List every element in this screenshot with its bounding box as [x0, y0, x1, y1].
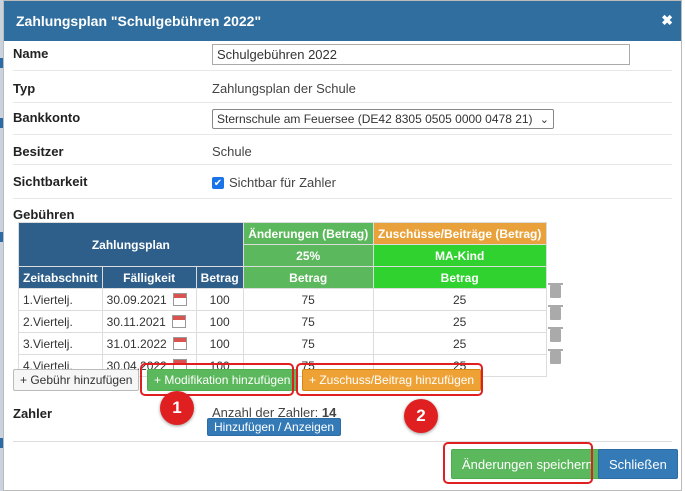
table-row: 2.Viertelj. 30.11.2021 100 75 25 — [18, 310, 547, 333]
due-cell: 30.09.2021 — [101, 288, 197, 311]
due-date[interactable]: 31.01.2022 — [107, 337, 167, 351]
period-cell: 2.Viertelj. — [18, 310, 103, 333]
change-cell[interactable]: 75 — [242, 288, 374, 311]
calendar-icon[interactable] — [171, 315, 186, 328]
grant-cell[interactable]: 25 — [372, 310, 547, 333]
owner-label: Besitzer — [13, 144, 64, 159]
fees-table: Zahlungsplan Änderungen (Betrag) Zuschüs… — [18, 222, 547, 377]
calendar-icon[interactable] — [172, 337, 187, 350]
visibility-checkbox-label: Sichtbar für Zahler — [229, 175, 336, 190]
change-cell[interactable]: 75 — [242, 332, 374, 355]
bank-label: Bankkonto — [13, 110, 81, 125]
highlight-ring — [443, 442, 593, 484]
chevron-down-icon: ⌄ — [539, 113, 549, 126]
name-label: Name — [13, 46, 49, 61]
period-cell: 1.Viertelj. — [18, 288, 103, 311]
due-date[interactable]: 30.11.2021 — [107, 315, 166, 329]
visibility-checkbox[interactable]: ✔ — [212, 177, 224, 189]
grant-cell[interactable]: 25 — [372, 288, 547, 311]
add-fee-button[interactable]: + Gebühr hinzufügen — [13, 369, 140, 391]
type-label: Typ — [13, 81, 36, 96]
fees-label: Gebühren — [13, 207, 75, 222]
header-grants: Zuschüsse/Beiträge (Betrag) — [372, 222, 547, 245]
annotation-badge-1: 1 — [160, 391, 194, 425]
col-changes-amount: Betrag — [242, 266, 374, 289]
due-cell: 30.11.2021 — [101, 310, 197, 333]
table-row: 1.Viertelj. 30.09.2021 100 75 25 — [18, 288, 547, 311]
bank-account-select[interactable]: Sternschule am Feuersee (DE42 8305 0505 … — [212, 109, 554, 129]
payers-label: Zahler — [13, 406, 53, 421]
close-button[interactable]: Schließen — [598, 449, 678, 479]
trash-icon[interactable] — [548, 283, 563, 298]
trash-icon[interactable] — [548, 327, 563, 342]
amount-cell[interactable]: 100 — [195, 288, 244, 311]
dialog-title: Zahlungsplan "Schulgebühren 2022" — [16, 13, 262, 29]
col-due: Fälligkeit — [101, 266, 197, 289]
bank-account-value: Sternschule am Feuersee (DE42 8305 0505 … — [217, 112, 533, 126]
col-amount: Betrag — [195, 266, 244, 289]
owner-value: Schule — [212, 144, 252, 159]
trash-icon[interactable] — [548, 305, 563, 320]
add-view-payers-button[interactable]: Hinzufügen / Anzeigen — [207, 418, 342, 436]
close-icon[interactable]: ✖ — [661, 12, 673, 29]
due-date[interactable]: 30.09.2021 — [107, 293, 167, 307]
trash-icon[interactable] — [548, 349, 563, 364]
header-changes: Änderungen (Betrag) — [242, 222, 374, 245]
change-cell[interactable]: 75 — [242, 310, 374, 333]
row-visibility — [13, 165, 672, 199]
annotation-badge-2: 2 — [404, 399, 438, 433]
dialog-titlebar: Zahlungsplan "Schulgebühren 2022" ✖ — [4, 1, 681, 41]
calendar-icon[interactable] — [172, 293, 187, 306]
visibility-label: Sichtbarkeit — [13, 174, 88, 189]
header-payment-plan: Zahlungsplan — [18, 222, 244, 267]
name-input[interactable] — [212, 44, 630, 65]
highlight-ring — [296, 363, 483, 396]
type-value: Zahlungsplan der Schule — [212, 81, 356, 96]
due-cell: 31.01.2022 — [101, 332, 197, 355]
col-grants-amount: Betrag — [372, 266, 547, 289]
amount-cell[interactable]: 100 — [195, 310, 244, 333]
highlight-ring — [140, 363, 294, 396]
table-row: 3.Viertelj. 31.01.2022 100 75 25 — [18, 332, 547, 355]
grant-cell[interactable]: 25 — [372, 332, 547, 355]
row-owner — [13, 135, 672, 165]
payment-plan-dialog: Zahlungsplan "Schulgebühren 2022" ✖ Name… — [3, 0, 682, 491]
col-period: Zeitabschnitt — [18, 266, 103, 289]
header-grants-sub: MA-Kind — [372, 244, 547, 267]
amount-cell[interactable]: 100 — [195, 332, 244, 355]
period-cell: 3.Viertelj. — [18, 332, 103, 355]
header-changes-sub: 25% — [242, 244, 374, 267]
